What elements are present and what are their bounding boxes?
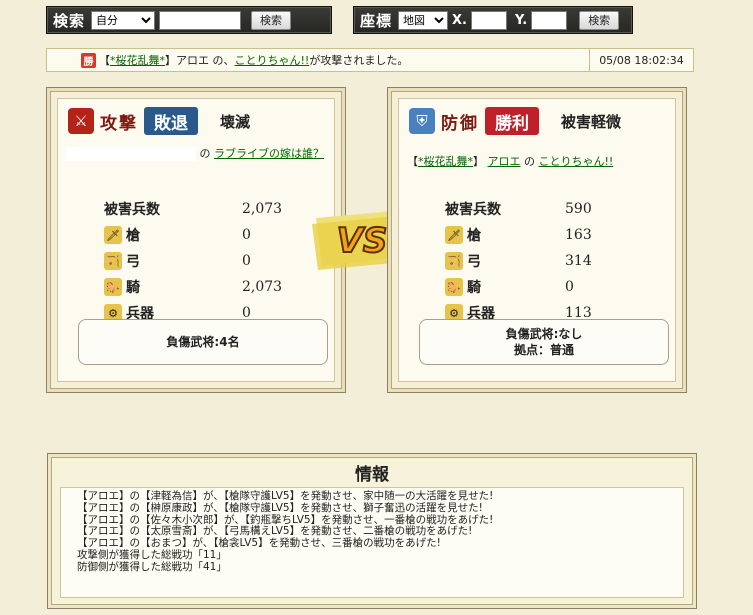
- bow-icon: 🏹: [445, 252, 463, 270]
- crossed-swords-icon: ⚔: [68, 108, 94, 134]
- horse-icon: 🐎: [445, 278, 463, 296]
- defender-title: ⛨ 防御 勝利 被害軽微: [409, 107, 621, 135]
- attacker-title: ⚔ 攻撃 敗退 壊滅: [68, 107, 250, 135]
- search-input[interactable]: [159, 10, 242, 30]
- attacker-panel: ⚔ 攻撃 敗退 壊滅 の ラブライブの嫁は誰？ 被害兵数 2,073 🗡 槍 0…: [46, 87, 346, 393]
- notice-message: 【*桜花乱舞*】アロエ の、ことりちゃん!!が攻撃されました。: [99, 54, 409, 67]
- attacker-stats: 被害兵数 2,073 🗡 槍 0 🏹 弓 0 🐎 騎 2,073 ⚙ 兵器 0: [104, 196, 334, 326]
- info-panel: 情報 【アロエ】の【津軽為信】が、【槍隊守護LV5】を発動させ、家中随一の大活躍…: [47, 453, 697, 609]
- damage-label: 被害兵数: [104, 202, 160, 218]
- defender-owner: 【*桜花乱舞*】 アロエ の ことりちゃん!!: [407, 155, 614, 168]
- y-input[interactable]: [531, 10, 568, 30]
- x-label: X.: [452, 12, 467, 28]
- attacker-status: 壊滅: [220, 112, 251, 131]
- defender-panel: ⛨ 防御 勝利 被害軽微 【*桜花乱舞*】 アロエ の ことりちゃん!! 被害兵…: [387, 87, 687, 393]
- info-title: 情報: [355, 465, 389, 485]
- defender-damage: 590: [565, 201, 592, 217]
- defender-base-link[interactable]: ことりちゃん!!: [539, 155, 614, 168]
- vs-text: VS: [337, 221, 388, 261]
- bow-icon: 🏹: [104, 252, 122, 270]
- defender-kind: 防御: [441, 113, 479, 134]
- search-label: 検索: [53, 11, 86, 30]
- notice-time: 05/08 18:02:34: [589, 49, 693, 71]
- coord-bar: 座標 地図 X. Y. 検索: [353, 6, 633, 34]
- coord-label: 座標: [360, 11, 393, 30]
- defender-player-link[interactable]: アロエ: [488, 155, 521, 168]
- defender-stats: 被害兵数 590 🗡 槍 163 🏹 弓 314 🐎 騎 0 ⚙ 兵器 113: [445, 196, 675, 326]
- defender-summary: 負傷武将:なし 拠点：普通: [419, 319, 669, 365]
- win-badge: 勝: [81, 52, 96, 68]
- attacker-panel-inner: ⚔ 攻撃 敗退 壊滅 の ラブライブの嫁は誰？ 被害兵数 2,073 🗡 槍 0…: [57, 98, 335, 382]
- attacker-result: 敗退: [144, 107, 198, 135]
- defender-damage-row: 被害兵数 590: [445, 196, 675, 222]
- shield-icon: ⛨: [409, 108, 435, 134]
- attacker-damage: 2,073: [242, 201, 283, 217]
- defender-unit-row: 🏹 弓 314: [445, 248, 675, 274]
- defender-alliance-link[interactable]: *桜花乱舞*: [418, 155, 473, 168]
- damage-label: 被害兵数: [445, 202, 501, 218]
- target-base-link[interactable]: ことりちゃん!!: [235, 54, 310, 67]
- info-line: 防御側が獲得した総戦功「41」: [77, 560, 227, 573]
- defender-unit-row: 🗡 槍 163: [445, 222, 675, 248]
- info-line: 【アロエ】の【榊原康政】が、【槍隊守護LV5】を発動させ、獅子奮迅の活躍を見せた…: [77, 501, 483, 514]
- attacker-unit-row: 🗡 槍 0: [104, 222, 334, 248]
- attacker-base-link[interactable]: ラブライブの嫁は誰？: [214, 147, 324, 160]
- defender-status: 被害軽微: [561, 112, 622, 131]
- attacker-owner: の ラブライブの嫁は誰？: [66, 145, 336, 162]
- attacker-unit-row: 🐎 騎 2,073: [104, 274, 334, 300]
- search-button[interactable]: 検索: [251, 10, 292, 30]
- defender-panel-inner: ⛨ 防御 勝利 被害軽微 【*桜花乱舞*】 アロエ の ことりちゃん!! 被害兵…: [398, 98, 676, 382]
- battle-notice: 勝 【*桜花乱舞*】アロエ の、ことりちゃん!!が攻撃されました。 05/08 …: [46, 48, 694, 72]
- info-body: 【アロエ】の【津軽為信】が、【槍隊守護LV5】を発動させ、家中随一の大活躍を見せ…: [60, 487, 684, 598]
- coord-search-button[interactable]: 検索: [579, 10, 620, 30]
- y-label: Y.: [514, 12, 528, 28]
- alliance-link[interactable]: *桜花乱舞*: [110, 54, 165, 67]
- search-bar: 検索 自分 検索: [46, 6, 332, 34]
- spear-icon: 🗡: [445, 226, 463, 244]
- defender-unit-row: 🐎 騎 0: [445, 274, 675, 300]
- defender-result: 勝利: [485, 107, 539, 135]
- search-target-select[interactable]: 自分: [91, 10, 156, 30]
- attacker-summary: 負傷武将:4名: [78, 319, 328, 365]
- attacker-damage-row: 被害兵数 2,073: [104, 196, 334, 222]
- attacker-kind: 攻撃: [100, 113, 138, 134]
- spear-icon: 🗡: [104, 226, 122, 244]
- coord-map-select[interactable]: 地図: [398, 10, 449, 30]
- x-input[interactable]: [470, 10, 507, 30]
- info-line: 攻撃側が獲得した総戦功「11」: [77, 548, 227, 561]
- attacker-owner-name: [66, 147, 196, 161]
- attacker-unit-row: 🏹 弓 0: [104, 248, 334, 274]
- horse-icon: 🐎: [104, 278, 122, 296]
